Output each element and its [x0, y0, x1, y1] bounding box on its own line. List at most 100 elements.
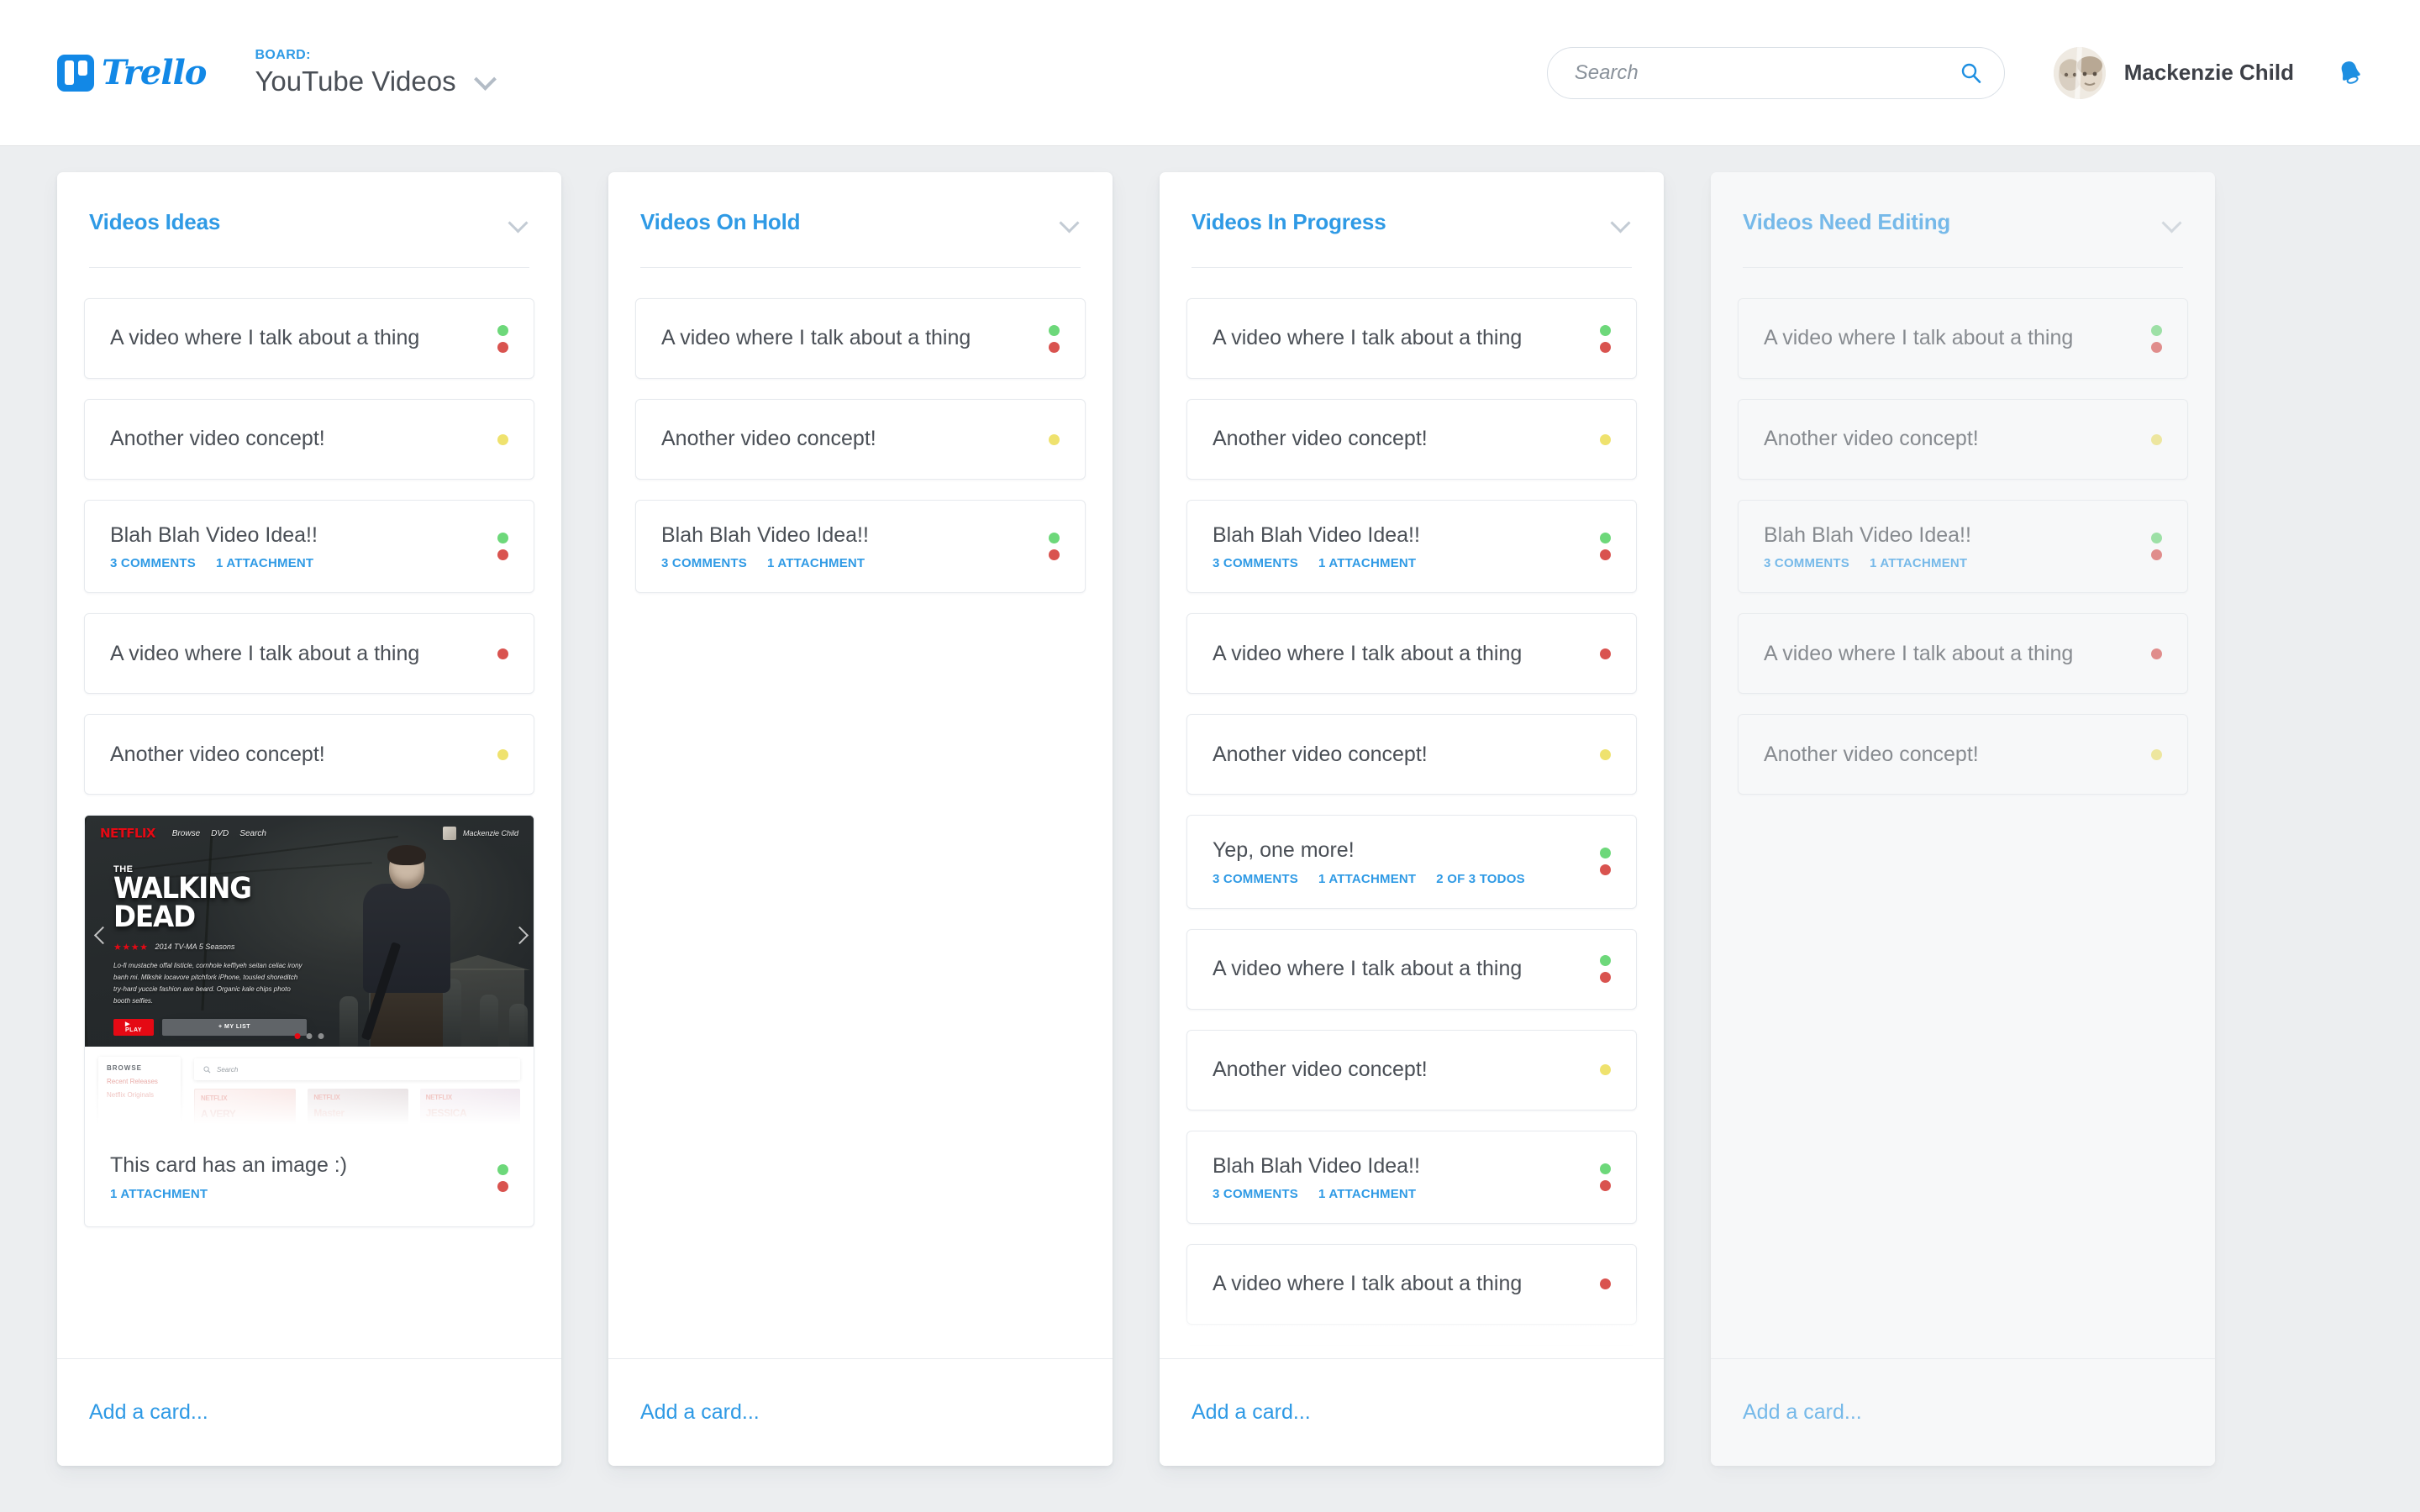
chevron-down-icon[interactable]	[1612, 213, 1632, 233]
card[interactable]: A video where I talk about a thing	[84, 298, 534, 379]
list-header: Videos On Hold	[608, 172, 1113, 268]
card[interactable]: Another video concept!	[1186, 1029, 1637, 1110]
chevron-down-icon[interactable]	[475, 67, 497, 89]
netflix-mylist-button[interactable]: + MY LIST	[162, 1018, 307, 1036]
trello-logo[interactable]: Trello	[57, 53, 207, 92]
browse-fade-overlay	[85, 1079, 534, 1131]
card-footer: This card has an image :) 1 ATTACHMENT	[85, 1131, 534, 1226]
card[interactable]: A video where I talk about a thing	[1738, 298, 2188, 379]
card[interactable]: Another video concept!	[84, 714, 534, 795]
card[interactable]: Blah Blah Video Idea!! 3 COMMENTS 1 ATTACH…	[1738, 500, 2188, 594]
card-label-dots	[2151, 533, 2162, 561]
netflix-browse-search-placeholder: Search	[217, 1065, 239, 1074]
card-body: Yep, one more! 3 COMMENTS 1 ATTACHMENT 2 OF…	[1213, 816, 1585, 907]
card-label-dots	[497, 324, 508, 353]
cards-fade-overlay	[57, 1299, 561, 1358]
cards-scroll-area[interactable]: A video where I talk about a thing Anothe…	[1160, 268, 1664, 1358]
card[interactable]: Blah Blah Video Idea!! 3 COMMENTS 1 ATTACH…	[84, 500, 534, 594]
card-meta-item: 3 COMMENTS	[1213, 1186, 1299, 1201]
netflix-nav-link[interactable]: DVD	[211, 829, 229, 838]
card-meta-item: 2 OF 3 TODOS	[1436, 871, 1525, 886]
netflix-play-button[interactable]: ▶ PLAY	[113, 1018, 155, 1036]
trello-logo-mark-icon	[57, 54, 94, 92]
card-body: Another video concept!	[1213, 720, 1585, 790]
card[interactable]: Another video concept!	[1738, 399, 2188, 480]
chevron-down-icon[interactable]	[1060, 213, 1081, 233]
label-dot-red	[2151, 341, 2162, 353]
card-title: Yep, one more!	[1213, 838, 1355, 863]
card-label-dots	[1600, 648, 1611, 659]
user-name-label: Mackenzie Child	[2123, 60, 2294, 85]
chevron-down-icon[interactable]	[509, 213, 529, 233]
list-title: Videos Need Editing	[1743, 209, 1951, 234]
label-dot-red	[1600, 1179, 1611, 1191]
card[interactable]: Blah Blah Video Idea!! 3 COMMENTS 1 ATTACH…	[635, 500, 1086, 594]
card[interactable]: Blah Blah Video Idea!! 3 COMMENTS 1 ATTACH…	[1186, 500, 1637, 594]
add-card-button[interactable]: Add a card...	[89, 1400, 208, 1425]
card-body: Another video concept!	[1764, 404, 2136, 474]
cards-scroll-area[interactable]: A video where I talk about a thing Anothe…	[1711, 268, 2215, 1358]
netflix-description: Lo-fi mustache offal listicle, cornhole …	[113, 961, 302, 1005]
card-label-dots	[1600, 1163, 1611, 1191]
card-body: Another video concept!	[110, 720, 482, 790]
card[interactable]: A video where I talk about a thing	[1186, 1243, 1637, 1325]
cards-scroll-area[interactable]: A video where I talk about a thing Anothe…	[57, 268, 561, 1358]
card[interactable]: Another video concept!	[84, 399, 534, 480]
search-box[interactable]	[1546, 46, 2005, 99]
board-selector[interactable]: BOARD: YouTube Videos	[255, 47, 496, 98]
card-body: Another video concept!	[1213, 1035, 1585, 1105]
notification-bell-icon[interactable]	[2333, 55, 2368, 91]
netflix-account[interactable]: Mackenzie Child	[442, 827, 518, 841]
card-with-image[interactable]: NETFLIX Browse DVD Search Mackenzie Child THE…	[84, 815, 534, 1227]
card-title: A video where I talk about a thing	[1764, 641, 2074, 665]
card[interactable]: Another video concept!	[1186, 399, 1637, 480]
card[interactable]: A video where I talk about a thing	[1186, 613, 1637, 695]
card-label-dots	[2151, 748, 2162, 760]
card-body: A video where I talk about a thing	[661, 303, 1034, 373]
netflix-logo: NETFLIX	[100, 826, 155, 842]
card-meta: 3 COMMENTS 1 ATTACHMENT	[1764, 556, 2136, 570]
card[interactable]: A video where I talk about a thing	[635, 298, 1086, 379]
card[interactable]: Blah Blah Video Idea!! 3 COMMENTS 1 ATTACH…	[1186, 1130, 1637, 1224]
card[interactable]: Another video concept!	[635, 399, 1086, 480]
card-label-dots	[497, 433, 508, 445]
chevron-down-icon[interactable]	[2163, 213, 2183, 233]
card[interactable]: Yep, one more! 3 COMMENTS 1 ATTACHMENT 2 OF…	[1186, 815, 1637, 909]
card-title: Another video concept!	[1213, 742, 1428, 766]
card-meta-item: 1 ATTACHMENT	[1870, 556, 1968, 571]
netflix-browse-search[interactable]: Search	[194, 1058, 520, 1081]
card[interactable]: A video where I talk about a thing	[84, 613, 534, 695]
carousel-dots[interactable]	[294, 1033, 324, 1040]
card[interactable]: Another video concept!	[1738, 714, 2188, 795]
card[interactable]: A video where I talk about a thing	[1738, 613, 2188, 695]
card[interactable]: A video where I talk about a thing	[1186, 298, 1637, 379]
search-input[interactable]	[1574, 60, 1960, 85]
add-card-button[interactable]: Add a card...	[640, 1400, 760, 1425]
card-label-dots	[1600, 748, 1611, 760]
netflix-nav-links: Browse DVD Search	[172, 829, 266, 838]
card-body: A video where I talk about a thing	[1764, 619, 2136, 689]
card-label-dots	[1600, 533, 1611, 561]
card[interactable]: Another video concept!	[1186, 1344, 1637, 1358]
avatar[interactable]	[2053, 46, 2106, 99]
label-dot-red	[497, 648, 508, 659]
carousel-next-icon[interactable]	[512, 925, 523, 947]
card[interactable]: Another video concept!	[1186, 714, 1637, 795]
list-footer: Add a card...	[1711, 1358, 2215, 1466]
add-card-button[interactable]: Add a card...	[1743, 1400, 1862, 1425]
card-title: A video where I talk about a thing	[1213, 641, 1523, 665]
card-label-dots	[1600, 324, 1611, 353]
netflix-nav-link[interactable]: Browse	[172, 829, 200, 838]
card[interactable]: A video where I talk about a thing	[1186, 928, 1637, 1010]
card-body: Blah Blah Video Idea!! 3 COMMENTS 1 ATTACH…	[661, 501, 1034, 592]
search-icon[interactable]	[1960, 62, 1982, 84]
card-meta: 3 COMMENTS 1 ATTACHMENT	[661, 556, 1034, 570]
cards-scroll-area[interactable]: A video where I talk about a thing Anothe…	[608, 268, 1113, 1358]
label-dot-red	[497, 1181, 508, 1193]
board-canvas: Videos Ideas A video where I talk about a…	[0, 145, 2420, 1512]
add-card-button[interactable]: Add a card...	[1192, 1400, 1311, 1425]
carousel-prev-icon[interactable]	[95, 925, 107, 947]
netflix-topnav: NETFLIX Browse DVD Search Mackenzie Child	[85, 816, 534, 851]
netflix-nav-link[interactable]: Search	[239, 829, 266, 838]
board-title: YouTube Videos	[255, 65, 456, 97]
